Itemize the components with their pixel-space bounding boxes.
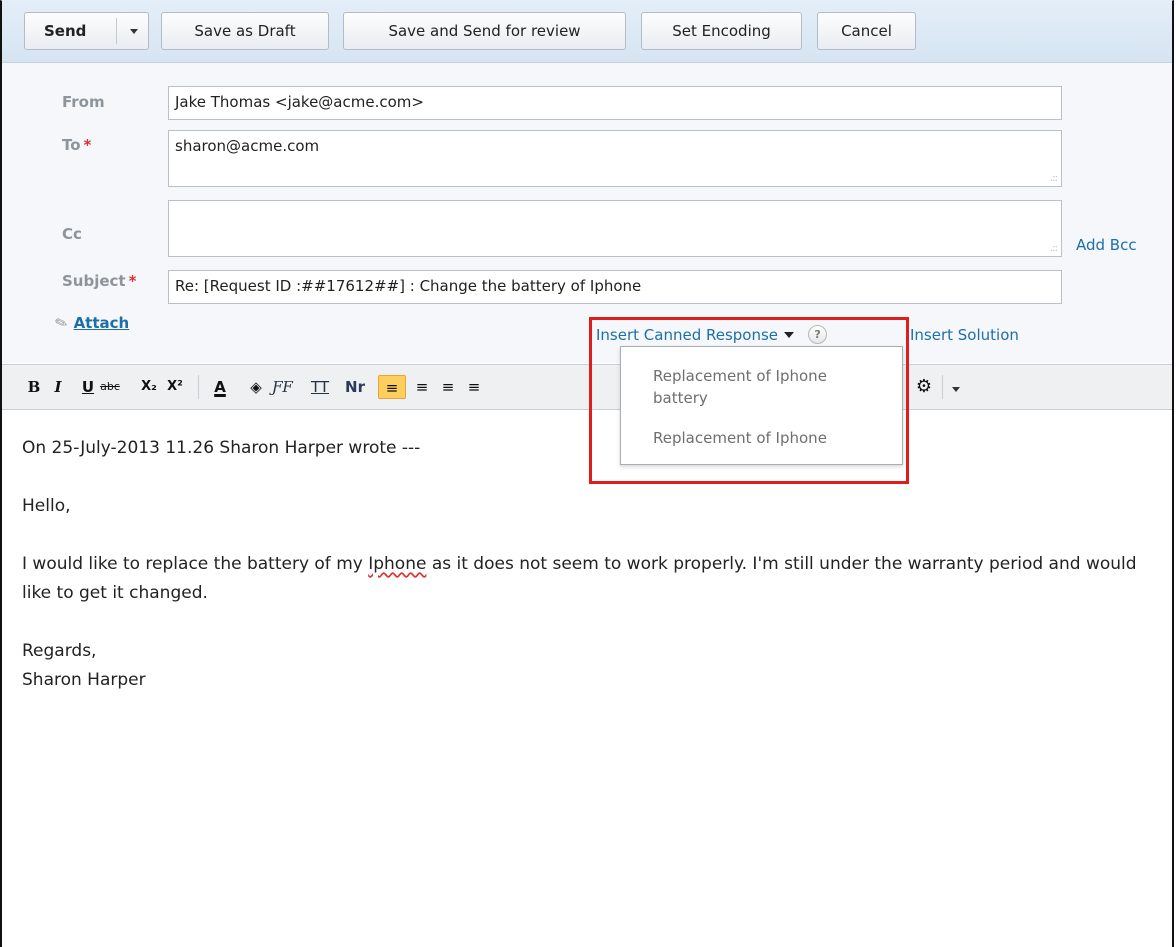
send-divider — [116, 18, 117, 44]
chevron-down-icon[interactable] — [784, 331, 795, 338]
normal-text-button[interactable]: Nr — [345, 375, 365, 399]
strikethrough-button[interactable]: abc — [100, 375, 120, 399]
message-body-editor[interactable]: On 25-July-2013 11.26 Sharon Harper wrot… — [22, 434, 1152, 695]
italic-button[interactable]: I — [48, 375, 68, 399]
bold-button[interactable]: B — [24, 375, 44, 399]
quote-header: On 25-July-2013 11.26 Sharon Harper wrot… — [22, 438, 421, 458]
editor-toolbar: B I U abc X₂ X² A ◈ ƑF TT Nr ≡ ≡ ≡ ≡ ⚙ — [2, 364, 1172, 410]
align-center-icon[interactable]: ≡ — [412, 375, 432, 399]
superscript-button[interactable]: X² — [165, 375, 185, 399]
subject-field[interactable]: Re: [Request ID :##17612##] : Change the… — [168, 270, 1062, 304]
compose-toolbar: Send Save as Draft Save and Send for rev… — [2, 0, 1172, 63]
align-left-icon[interactable]: ≡ — [378, 375, 406, 399]
subject-value: Re: [Request ID :##17612##] : Change the… — [175, 277, 642, 295]
cancel-button[interactable]: Cancel — [817, 12, 916, 50]
font-size-icon[interactable]: TT — [310, 375, 330, 399]
font-family-icon[interactable]: ƑF — [272, 375, 293, 399]
insert-canned-response-link[interactable]: Insert Canned Response ? — [596, 325, 828, 344]
canned-response-item[interactable]: Replacement of Iphone battery — [653, 365, 883, 409]
message-paragraph: I would like to replace the battery of m… — [22, 554, 1142, 603]
save-draft-button[interactable]: Save as Draft — [161, 12, 329, 50]
subscript-button[interactable]: X₂ — [139, 375, 159, 399]
cc-field[interactable]: .:: — [168, 200, 1062, 257]
closing: Regards, — [22, 641, 97, 661]
from-value: Jake Thomas <jake@acme.com> — [175, 93, 424, 111]
set-encoding-button[interactable]: Set Encoding — [641, 12, 802, 50]
save-and-send-for-review-button[interactable]: Save and Send for review — [343, 12, 626, 50]
from-field[interactable]: Jake Thomas <jake@acme.com> — [168, 86, 1062, 120]
send-label[interactable]: Send — [25, 22, 116, 40]
help-icon[interactable]: ? — [808, 325, 828, 344]
canned-response-label[interactable]: Insert Canned Response — [596, 326, 778, 344]
cc-label: Cc — [62, 225, 82, 243]
greeting: Hello, — [22, 496, 71, 516]
align-right-icon[interactable]: ≡ — [438, 375, 458, 399]
align-justify-icon[interactable]: ≡ — [464, 375, 484, 399]
misspelled-word: Iphone — [368, 554, 427, 574]
to-label: To * — [62, 136, 92, 154]
more-options-chevron-down-icon[interactable] — [946, 375, 966, 399]
signature: Sharon Harper — [22, 670, 146, 690]
resize-grip-icon[interactable]: .:: — [1050, 244, 1058, 254]
send-button[interactable]: Send — [24, 12, 149, 50]
paperclip-icon: ✎ — [52, 312, 71, 334]
from-label: From — [62, 93, 105, 111]
toolbar-divider — [198, 375, 199, 399]
to-value: sharon@acme.com — [175, 137, 320, 155]
remove-link-icon[interactable]: ⚙ — [914, 375, 934, 399]
required-marker: * — [128, 272, 137, 290]
to-field[interactable]: sharon@acme.com .:: — [168, 130, 1062, 187]
required-marker: * — [83, 136, 92, 154]
underline-button[interactable]: U — [78, 375, 98, 399]
subject-label: Subject * — [62, 272, 137, 290]
attach-link[interactable]: ✎ Attach — [52, 312, 129, 334]
fill-color-icon[interactable]: ◈ — [246, 375, 266, 399]
font-color-button[interactable]: A — [210, 375, 230, 399]
add-bcc-link[interactable]: Add Bcc — [1076, 236, 1137, 254]
insert-solution-link[interactable]: Insert Solution — [910, 326, 1019, 344]
toolbar-divider — [942, 375, 943, 399]
resize-grip-icon[interactable]: .:: — [1050, 174, 1058, 184]
send-options-chevron-down-icon[interactable] — [130, 28, 138, 34]
